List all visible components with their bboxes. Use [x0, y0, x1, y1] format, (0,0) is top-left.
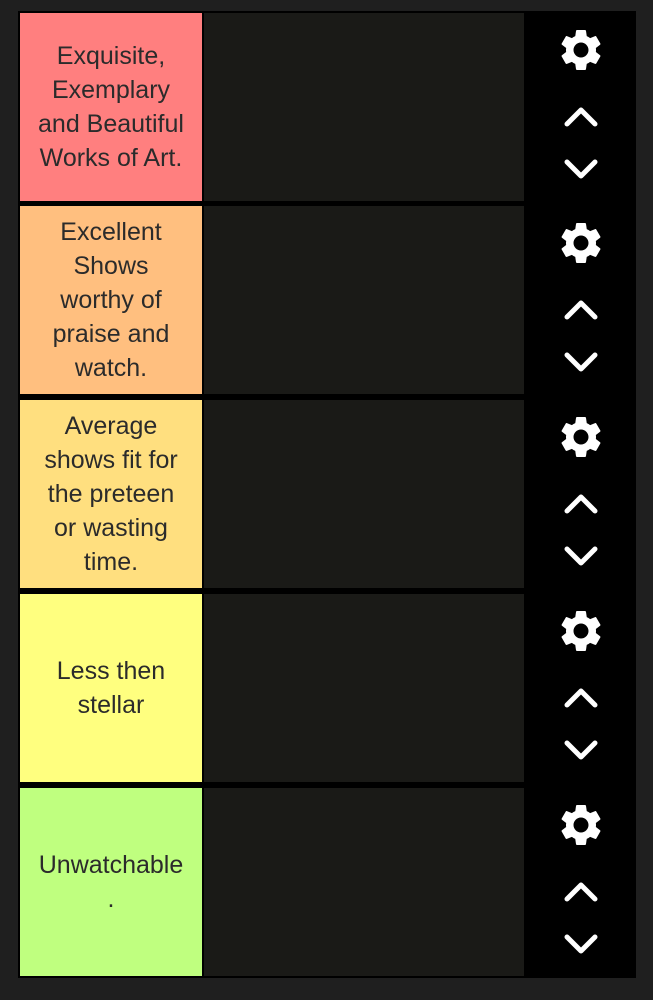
tier-settings-button[interactable]	[526, 25, 636, 75]
tier-controls	[526, 206, 636, 394]
tier-row: Exquisite, Exemplary and Beautiful Works…	[18, 11, 636, 201]
chevron-down-icon	[564, 934, 598, 954]
tier-label[interactable]: Unwatchable .	[20, 788, 202, 976]
tier-controls	[526, 400, 636, 588]
tier-move-down-button[interactable]	[526, 540, 636, 574]
tier-row: Less then stellar	[18, 592, 636, 782]
tier-move-up-button[interactable]	[526, 486, 636, 520]
tier-move-up-button[interactable]	[526, 292, 636, 326]
gear-icon	[561, 30, 601, 70]
chevron-down-icon	[564, 546, 598, 566]
tier-move-down-button[interactable]	[526, 928, 636, 962]
chevron-up-icon	[564, 107, 598, 127]
tier-controls	[526, 13, 636, 201]
tier-settings-button[interactable]	[526, 606, 636, 656]
chevron-down-icon	[564, 740, 598, 760]
chevron-up-icon	[564, 688, 598, 708]
tier-settings-button[interactable]	[526, 800, 636, 850]
tier-label[interactable]: Average shows fit for the preteen or was…	[20, 400, 202, 588]
chevron-down-icon	[564, 352, 598, 372]
gear-icon	[561, 611, 601, 651]
chevron-down-icon	[564, 159, 598, 179]
tier-move-up-button[interactable]	[526, 874, 636, 908]
tier-label[interactable]: Exquisite, Exemplary and Beautiful Works…	[20, 13, 202, 201]
tier-move-down-button[interactable]	[526, 346, 636, 380]
tier-drop-area[interactable]	[204, 13, 524, 201]
chevron-up-icon	[564, 300, 598, 320]
tier-label[interactable]: Less then stellar	[20, 594, 202, 782]
gear-icon	[561, 805, 601, 845]
tier-move-down-button[interactable]	[526, 153, 636, 187]
chevron-up-icon	[564, 494, 598, 514]
tier-drop-area[interactable]	[204, 206, 524, 394]
tier-controls	[526, 594, 636, 782]
tier-label[interactable]: Excellent Shows worthy of praise and wat…	[20, 206, 202, 394]
tier-list-board: Exquisite, Exemplary and Beautiful Works…	[18, 11, 636, 978]
tier-row: Unwatchable .	[18, 786, 636, 976]
tier-controls	[526, 788, 636, 976]
tier-row: Excellent Shows worthy of praise and wat…	[18, 204, 636, 394]
tier-drop-area[interactable]	[204, 594, 524, 782]
chevron-up-icon	[564, 882, 598, 902]
tier-settings-button[interactable]	[526, 412, 636, 462]
tier-settings-button[interactable]	[526, 218, 636, 268]
tier-row: Average shows fit for the preteen or was…	[18, 398, 636, 588]
tier-move-up-button[interactable]	[526, 99, 636, 133]
gear-icon	[561, 417, 601, 457]
tier-drop-area[interactable]	[204, 400, 524, 588]
tier-move-up-button[interactable]	[526, 680, 636, 714]
tier-drop-area[interactable]	[204, 788, 524, 976]
gear-icon	[561, 223, 601, 263]
tier-move-down-button[interactable]	[526, 734, 636, 768]
